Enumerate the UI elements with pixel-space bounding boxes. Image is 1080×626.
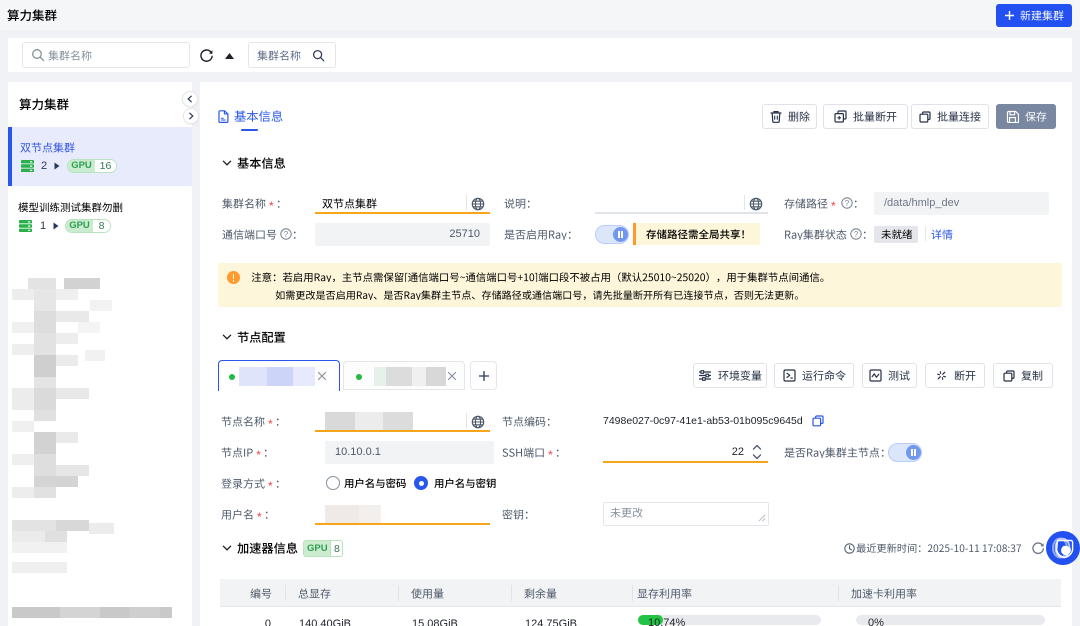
svg-text:?: ? [854, 230, 859, 239]
svg-text:?: ? [844, 199, 849, 208]
svg-text:?: ? [284, 230, 289, 239]
